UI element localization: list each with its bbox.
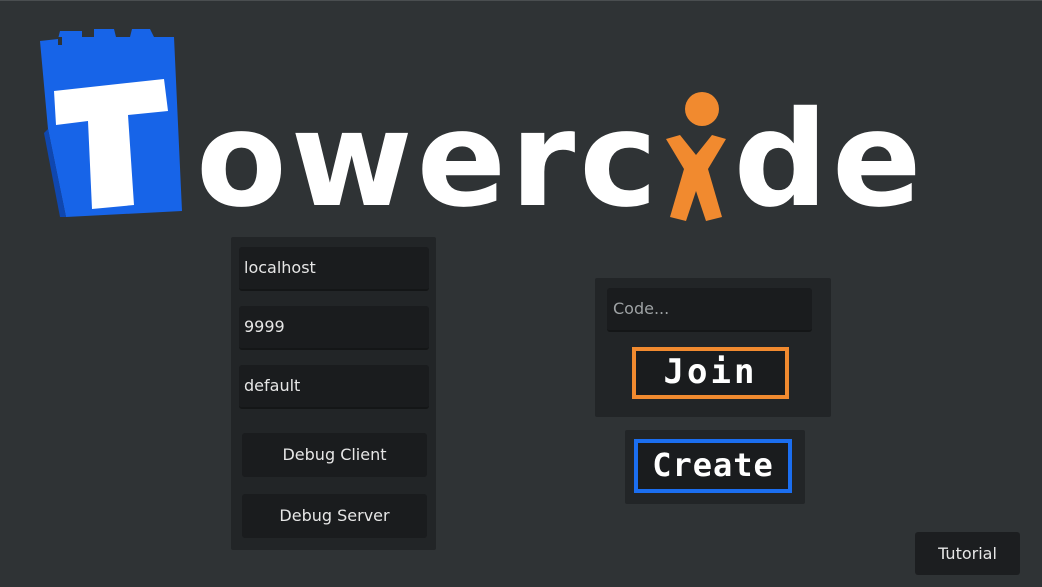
logo-text-mid: c [579, 83, 662, 237]
logo-text-left: ower [196, 83, 580, 237]
logo-wordmark: owerc de [196, 92, 926, 226]
debug-client-button[interactable]: Debug Client [242, 433, 427, 477]
code-input[interactable]: Code... [607, 288, 812, 332]
main-menu-screen: owerc de localhost 9999 default Debug Cl… [0, 0, 1042, 587]
join-button[interactable]: Join [632, 347, 789, 399]
person-figure-icon [662, 92, 734, 225]
debug-server-button[interactable]: Debug Server [242, 494, 427, 538]
towercide-logo: owerc de [36, 29, 1016, 229]
profile-input[interactable]: default [239, 365, 429, 409]
port-input[interactable]: 9999 [239, 306, 429, 350]
connection-panel: localhost 9999 default Debug Client Debu… [231, 237, 436, 550]
create-button[interactable]: Create [634, 439, 792, 493]
tower-icon [40, 29, 182, 217]
create-panel: Create [625, 430, 805, 504]
tutorial-button[interactable]: Tutorial [915, 532, 1020, 575]
logo-text-right: de [733, 83, 926, 237]
host-input[interactable]: localhost [239, 247, 429, 291]
join-panel: Code... Join [595, 278, 831, 417]
